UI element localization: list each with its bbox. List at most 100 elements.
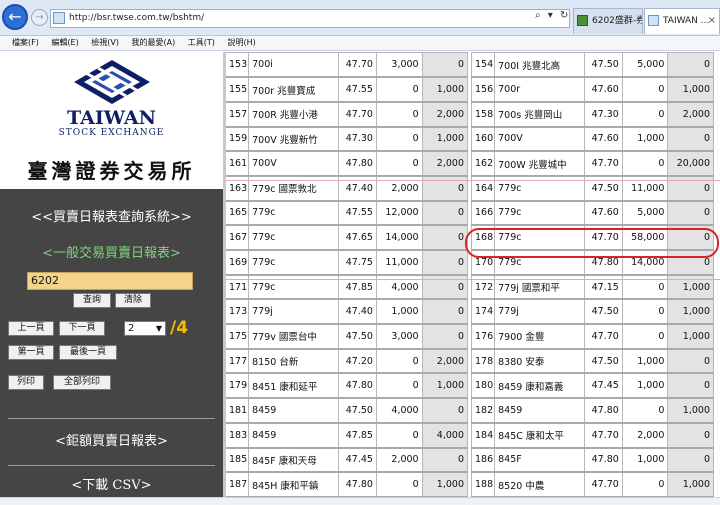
seq-cell: 171 bbox=[226, 274, 250, 301]
stock-code-input[interactable]: 6202 bbox=[27, 272, 193, 290]
sell-qty-cell: 0 bbox=[667, 249, 714, 276]
print-button[interactable]: 列印 bbox=[8, 375, 44, 390]
close-tab-icon[interactable]: × bbox=[708, 9, 716, 33]
table-row: 173 779j 47.40 1,000 0 bbox=[226, 298, 469, 326]
sell-qty-cell: 2,000 bbox=[421, 150, 469, 177]
broker-cell: 700W 兆豐城中 bbox=[494, 150, 586, 177]
address-bar[interactable]: http://bsr.twse.com.tw/bshtm/ bbox=[50, 9, 570, 28]
sell-qty-cell: 0 bbox=[667, 175, 714, 202]
report-content: 153 700i 47.70 3,000 0 155 700r 兆豐寶成 47.55 0 1,00… bbox=[226, 52, 720, 497]
broker-cell: 8380 安泰 bbox=[494, 348, 586, 375]
twse-logo-icon bbox=[74, 60, 150, 104]
forward-arrow-icon: → bbox=[35, 12, 44, 23]
table-row: 160 700V 47.60 1,000 0 bbox=[470, 126, 714, 153]
buy-qty-cell: 14,000 bbox=[621, 249, 669, 276]
sell-qty-cell: 0 bbox=[667, 447, 714, 474]
table-row: 181 8459 47.50 4,000 0 bbox=[226, 397, 469, 424]
seq-cell: 163 bbox=[226, 175, 250, 202]
price-cell: 47.60 bbox=[584, 126, 623, 153]
broker-cell: 700R 兆豐小港 bbox=[248, 101, 340, 128]
broker-cell: 7900 金豐 bbox=[494, 323, 586, 350]
menu-help[interactable]: 說明(H) bbox=[227, 38, 255, 47]
broker-cell: 779c bbox=[494, 175, 586, 202]
menu-favorites[interactable]: 我的最愛(A) bbox=[132, 38, 176, 47]
broker-cell: 700i bbox=[248, 52, 340, 79]
broker-cell: 700s 兆豐岡山 bbox=[494, 101, 586, 128]
table-row: 175 779v 國票台中 47.50 3,000 0 bbox=[226, 323, 469, 350]
price-cell: 47.80 bbox=[584, 447, 623, 474]
table-row: 187 845H 康和平鎮 47.80 0 1,000 bbox=[226, 471, 469, 497]
buy-qty-cell: 0 bbox=[375, 471, 423, 497]
buy-qty-cell: 5,000 bbox=[621, 200, 669, 227]
seq-cell: 174 bbox=[470, 298, 496, 326]
menu-edit[interactable]: 編輯(E) bbox=[51, 38, 78, 47]
seq-cell: 183 bbox=[226, 422, 250, 449]
table-row: 177 8150 台新 47.20 0 2,000 bbox=[226, 348, 469, 375]
block-trade-report-link[interactable]: <鉅額買賣日報表> bbox=[0, 430, 223, 449]
price-cell: 47.45 bbox=[584, 372, 623, 400]
seq-cell: 168 bbox=[470, 224, 496, 251]
next-page-button[interactable]: 下一頁 bbox=[59, 321, 105, 336]
buy-qty-cell: 12,000 bbox=[375, 200, 423, 227]
buy-qty-cell: 4,000 bbox=[375, 274, 423, 301]
price-cell: 47.50 bbox=[338, 323, 377, 350]
table-row: 154 700I 兆豐北高 47.50 5,000 0 bbox=[470, 52, 714, 79]
buy-qty-cell: 58,000 bbox=[621, 224, 669, 251]
broker-cell: 779j 國票和平 bbox=[494, 274, 586, 301]
buy-qty-cell: 3,000 bbox=[375, 323, 423, 350]
sell-qty-cell: 0 bbox=[421, 298, 469, 326]
address-tools-icon[interactable]: ⌕ ▾ ↻ bbox=[535, 10, 571, 21]
seq-cell: 186 bbox=[470, 447, 496, 474]
last-page-button[interactable]: 最後一頁 bbox=[59, 345, 117, 360]
broker-cell: 779c bbox=[248, 274, 340, 301]
broker-cell: 700r bbox=[494, 76, 586, 103]
menu-tools[interactable]: 工具(T) bbox=[188, 38, 215, 47]
query-button[interactable]: 查詢 bbox=[73, 293, 111, 308]
price-cell: 47.50 bbox=[338, 397, 377, 424]
page-select[interactable]: 2 ▼ bbox=[124, 321, 166, 336]
print-all-button[interactable]: 全部列印 bbox=[53, 375, 111, 390]
broker-cell: 8459 bbox=[248, 397, 340, 424]
seq-cell: 176 bbox=[470, 323, 496, 350]
price-cell: 47.85 bbox=[338, 274, 377, 301]
buy-qty-cell: 1,000 bbox=[621, 126, 669, 153]
prev-page-button[interactable]: 上一頁 bbox=[8, 321, 54, 336]
sell-qty-cell: 0 bbox=[421, 397, 469, 424]
price-cell: 47.50 bbox=[584, 348, 623, 375]
download-csv-link[interactable]: <下載 CSV> bbox=[0, 474, 223, 493]
table-row: 164 779c 47.50 11,000 0 bbox=[470, 175, 714, 202]
forward-button[interactable]: → bbox=[31, 9, 48, 26]
tab-6202[interactable]: 6202盛群-券... bbox=[573, 8, 643, 34]
broker-cell: 8459 bbox=[248, 422, 340, 449]
back-button[interactable]: ← bbox=[2, 4, 28, 30]
broker-cell: 779c bbox=[248, 249, 340, 276]
price-cell: 47.70 bbox=[584, 471, 623, 497]
broker-cell: 8459 康和嘉義 bbox=[494, 372, 586, 400]
table-row: 153 700i 47.70 3,000 0 bbox=[226, 52, 469, 79]
tab-taiwan[interactable]: TAIWAN ... × bbox=[644, 8, 720, 34]
site-favicon-icon bbox=[53, 12, 65, 24]
table-row: 155 700r 兆豐寶成 47.55 0 1,000 bbox=[226, 76, 469, 103]
price-cell: 47.70 bbox=[584, 323, 623, 350]
sell-qty-cell: 0 bbox=[421, 52, 469, 79]
seq-cell: 169 bbox=[226, 249, 250, 276]
menu-bar: 檔案(F) 編輯(E) 檢視(V) 我的最愛(A) 工具(T) 說明(H) bbox=[0, 36, 720, 51]
seq-cell: 159 bbox=[226, 126, 250, 153]
table-row: 170 779c 47.80 14,000 0 bbox=[470, 249, 714, 276]
price-cell: 47.80 bbox=[338, 372, 377, 400]
menu-file[interactable]: 檔案(F) bbox=[12, 38, 39, 47]
price-cell: 47.70 bbox=[584, 150, 623, 177]
buy-qty-cell: 2,000 bbox=[375, 447, 423, 474]
sell-qty-cell: 0 bbox=[421, 249, 469, 276]
menu-view[interactable]: 檢視(V) bbox=[91, 38, 119, 47]
price-cell: 47.80 bbox=[338, 150, 377, 177]
seq-cell: 175 bbox=[226, 323, 250, 350]
sell-qty-cell: 0 bbox=[667, 348, 714, 375]
sell-qty-cell: 0 bbox=[667, 200, 714, 227]
table-row: 161 700V 47.80 0 2,000 bbox=[226, 150, 469, 177]
price-cell: 47.70 bbox=[338, 52, 377, 79]
broker-cell: 845F bbox=[494, 447, 586, 474]
clear-button[interactable]: 清除 bbox=[115, 293, 151, 308]
general-report-link[interactable]: <一般交易買賣日報表> bbox=[0, 242, 223, 261]
first-page-button[interactable]: 第一頁 bbox=[8, 345, 54, 360]
